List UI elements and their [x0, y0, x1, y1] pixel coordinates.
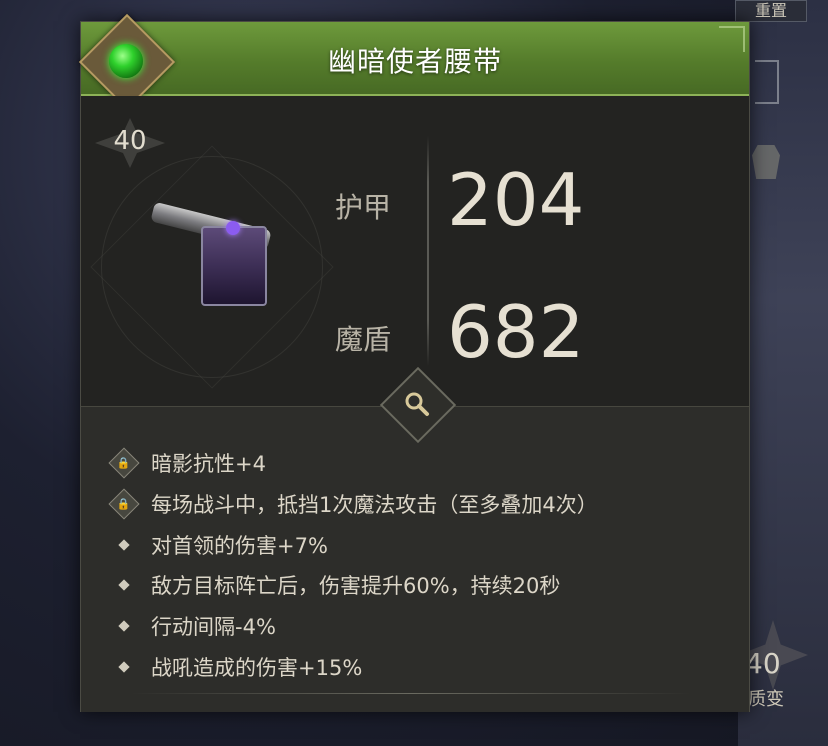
rarity-gem-icon: [109, 44, 143, 78]
magic-shield-value: 682: [447, 290, 585, 374]
bracket-icon: [755, 60, 779, 104]
affix-row: 敌方目标阵亡后，伤害提升60%，持续20秒: [109, 570, 560, 600]
stats-panel: 40 护甲 204 魔盾 682: [81, 96, 749, 406]
background-level: 40: [745, 647, 781, 680]
transform-label: 质变: [748, 689, 784, 710]
corner-ornament: [719, 26, 745, 52]
affix-text: 暗影抗性+4: [151, 452, 266, 476]
belt-icon: [150, 201, 281, 306]
affix-row: 战吼造成的伤害+15%: [109, 652, 362, 682]
armor-value: 204: [447, 158, 585, 242]
reset-button[interactable]: 重置: [735, 0, 807, 22]
affix-text: 敌方目标阵亡后，伤害提升60%，持续20秒: [151, 574, 561, 598]
stats-divider: [427, 136, 429, 366]
affix-row: 🔒 每场战斗中，抵挡1次魔法攻击（至多叠加4次）: [108, 488, 598, 520]
item-title-bar: 幽暗使者腰带: [81, 22, 749, 96]
affix-list: 🔒 暗影抗性+4 🔒 每场战斗中，抵挡1次魔法攻击（至多叠加4次） 对首领的伤害…: [81, 406, 749, 712]
armor-slot-icon[interactable]: [752, 145, 780, 179]
affix-text: 对首领的伤害+7%: [151, 534, 328, 558]
affix-row: 对首领的伤害+7%: [109, 530, 328, 560]
bullet-icon: [118, 579, 130, 591]
belt-gem: [226, 221, 240, 235]
magnifier-icon[interactable]: [404, 391, 430, 417]
lock-icon: 🔒: [108, 447, 140, 479]
item-level: 40: [113, 126, 147, 156]
bottom-divider: [131, 693, 691, 694]
bullet-icon: [118, 661, 130, 673]
bullet-icon: [118, 620, 130, 632]
item-tooltip: 幽暗使者腰带 40 护甲 204 魔盾 682 🔒 暗影抗性+4 🔒 每场战斗中…: [78, 13, 750, 712]
bullet-icon: [118, 539, 130, 551]
affix-row: 行动间隔-4%: [109, 611, 276, 641]
lock-icon: 🔒: [108, 488, 140, 520]
item-name: 幽暗使者腰带: [327, 45, 502, 78]
affix-text: 每场战斗中，抵挡1次魔法攻击（至多叠加4次）: [151, 493, 598, 517]
armor-label: 护甲: [335, 191, 392, 224]
affix-row: 🔒 暗影抗性+4: [108, 447, 266, 479]
magic-shield-label: 魔盾: [335, 323, 392, 356]
affix-text: 战吼造成的伤害+15%: [151, 656, 363, 680]
affix-text: 行动间隔-4%: [151, 615, 276, 639]
belt-buckle: [201, 226, 267, 306]
background-panel: [738, 0, 828, 746]
